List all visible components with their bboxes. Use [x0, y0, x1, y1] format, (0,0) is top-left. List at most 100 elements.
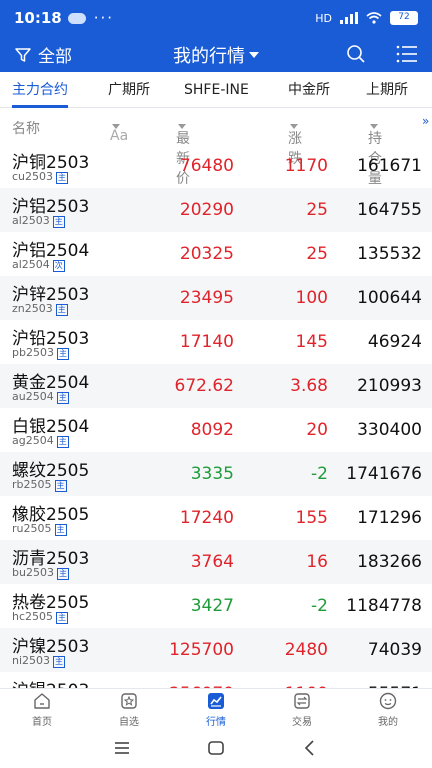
price-change: 2480 [284, 640, 328, 660]
system-nav-bar [0, 728, 432, 768]
table-header: 名称 Aa 最新价 涨跌 持仓量 » [0, 108, 432, 187]
contract-code: cu2503 主 [12, 170, 69, 184]
chevron-down-icon [249, 52, 259, 58]
table-row[interactable]: 螺纹2505 rb2505 主 3335 -2 1741676 [0, 452, 432, 496]
cloud-icon [67, 12, 86, 24]
network-label: HD [315, 11, 332, 25]
open-interest: 330400 [357, 420, 422, 440]
last-price: 3427 [190, 596, 234, 616]
page-title-dropdown[interactable]: 我的行情 [173, 42, 259, 68]
col-open-interest-sort[interactable]: 持仓量 [368, 118, 382, 187]
open-interest: 1741676 [346, 464, 422, 484]
status-bar: 10:18 ··· HD 72 [0, 0, 432, 36]
filter-icon [15, 47, 31, 62]
contract-code: ag2504 主 [12, 434, 69, 448]
font-size-toggle[interactable]: Aa [110, 118, 128, 144]
recent-apps-icon[interactable] [112, 738, 132, 758]
price-change: 25 [306, 244, 328, 264]
nav-home[interactable]: 首页 [12, 691, 72, 728]
contract-code: au2504 主 [12, 390, 69, 404]
home-button-icon[interactable] [206, 738, 226, 758]
table-row[interactable]: 沥青2503 bu2503 主 3764 16 183266 [0, 540, 432, 584]
contract-code: rb2505 主 [12, 478, 67, 492]
tab-gfex[interactable]: 广期所 [108, 72, 150, 108]
home-icon [34, 693, 50, 709]
last-price: 17140 [179, 332, 234, 352]
back-icon[interactable] [300, 738, 320, 758]
table-row[interactable]: 热卷2505 hc2505 主 3427 -2 1184778 [0, 584, 432, 628]
nav-quotes[interactable]: 行情 [186, 691, 246, 728]
app-header: 全部 我的行情 [0, 36, 432, 72]
open-interest: 74039 [367, 640, 422, 660]
table-row[interactable]: 沪铅2503 pb2503 主 17140 145 46924 [0, 320, 432, 364]
last-price: 23495 [179, 288, 234, 308]
table-row[interactable]: 沪铝2504 al2504 次 20325 25 135532 [0, 232, 432, 276]
table-row[interactable]: 沪铜2503 cu2503 主 76480 1170 161671 [0, 144, 432, 188]
nav-trade[interactable]: 交易 [272, 691, 332, 728]
contract-tag: 主 [55, 304, 68, 316]
price-change: 1170 [284, 156, 328, 176]
price-change: 25 [306, 200, 328, 220]
quote-list: 沪铜2503 cu2503 主 76480 1170 161671 沪铝2503 al250… [0, 144, 432, 688]
contract-code: al2503 主 [12, 214, 65, 228]
open-interest: 161671 [357, 156, 422, 176]
table-row[interactable]: 沪锌2503 zn2503 主 23495 100 100644 [0, 276, 432, 320]
col-price-sort[interactable]: 最新价 [176, 118, 190, 187]
last-price: 8092 [190, 420, 234, 440]
open-interest: 1184778 [346, 596, 422, 616]
contract-tag: 主 [54, 524, 67, 536]
last-price: 3764 [190, 552, 234, 572]
table-row[interactable]: 沪镍2503 ni2503 主 125700 2480 74039 [0, 628, 432, 672]
tab-main-contracts[interactable]: 主力合约 [12, 72, 68, 108]
contract-code: ru2505 主 [12, 522, 67, 536]
contract-tag: 主 [53, 656, 66, 668]
table-row[interactable]: 黄金2504 au2504 主 672.62 3.68 210993 [0, 364, 432, 408]
exchange-icon [294, 693, 310, 709]
profile-icon [379, 692, 397, 710]
contract-tag: 主 [56, 436, 69, 448]
last-price: 17240 [179, 508, 234, 528]
more-columns-icon[interactable]: » [422, 114, 429, 128]
col-change-sort[interactable]: 涨跌 [288, 118, 302, 167]
nav-profile[interactable]: 我的 [358, 691, 418, 728]
table-row[interactable]: 沪铝2503 al2503 主 20290 25 164755 [0, 188, 432, 232]
open-interest: 46924 [367, 332, 422, 352]
contract-tag: 主 [56, 612, 69, 624]
search-button[interactable] [346, 44, 366, 68]
tab-shfe[interactable]: 上期所 [366, 72, 408, 108]
status-time: 10:18 [14, 9, 62, 27]
table-row[interactable]: 白银2504 ag2504 主 8092 20 330400 [0, 408, 432, 452]
contract-code: zn2503 主 [12, 302, 68, 316]
contract-tag: 主 [56, 392, 69, 404]
last-price: 20290 [179, 200, 234, 220]
menu-button[interactable] [396, 44, 418, 68]
tab-cffex[interactable]: 中金所 [288, 72, 330, 108]
price-change: 20 [306, 420, 328, 440]
tab-shfe-ine[interactable]: SHFE-INE [184, 72, 249, 108]
contract-code: pb2503 主 [12, 346, 69, 360]
price-change: -2 [311, 464, 328, 484]
wifi-icon [366, 12, 382, 24]
star-icon [121, 693, 137, 709]
price-change: -2 [311, 596, 328, 616]
filter-label: 全部 [38, 47, 72, 67]
open-interest: 164755 [357, 200, 422, 220]
contract-tag: 主 [56, 348, 69, 360]
open-interest: 171296 [357, 508, 422, 528]
signal-icon [340, 12, 358, 24]
exchange-tabs: 主力合约 广期所 SHFE-INE 中金所 上期所 [0, 72, 432, 108]
price-change: 145 [295, 332, 328, 352]
price-change: 155 [295, 508, 328, 528]
filter-button[interactable]: 全部 [14, 42, 72, 67]
table-row[interactable]: 橡胶2505 ru2505 主 17240 155 171296 [0, 496, 432, 540]
chart-icon [208, 693, 224, 709]
last-price: 3335 [190, 464, 234, 484]
open-interest: 210993 [357, 376, 422, 396]
nav-watchlist[interactable]: 自选 [99, 691, 159, 728]
contract-name: 沪锡2503 [12, 676, 89, 688]
table-row[interactable]: 沪锡2503sn2503主256070110055571 [0, 672, 432, 688]
search-icon [347, 45, 365, 63]
contract-tag: 主 [54, 480, 67, 492]
contract-tag: 主 [56, 172, 69, 184]
battery-icon: 72 [390, 11, 418, 25]
